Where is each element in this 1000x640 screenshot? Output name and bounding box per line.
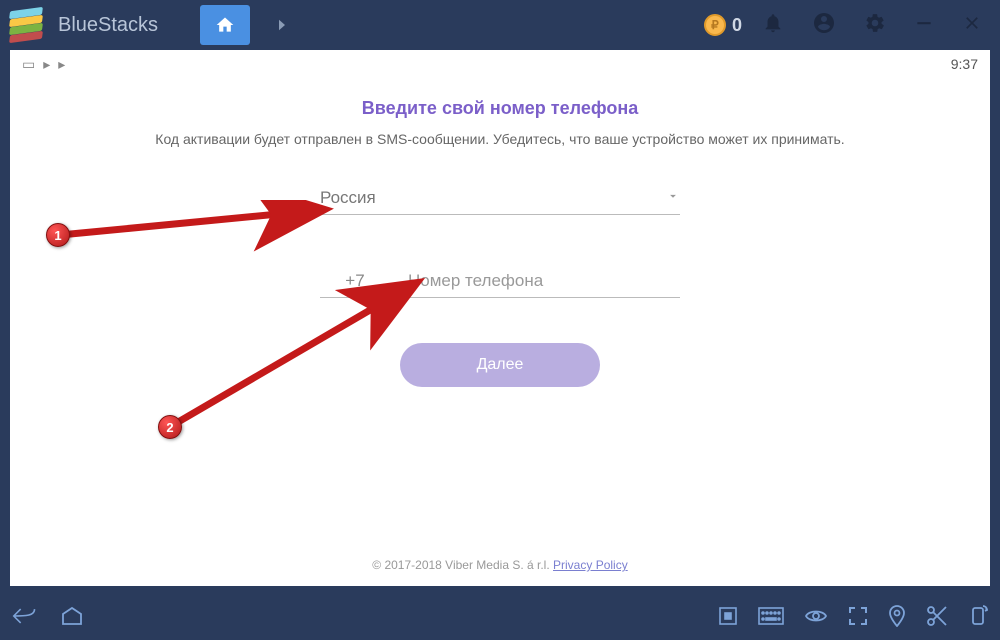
status-left-icons: ▭ ▸ ▸ (22, 56, 65, 73)
page-title: Введите свой номер телефона (362, 98, 638, 119)
home-button[interactable] (60, 606, 84, 631)
app-logo-icon (10, 7, 46, 43)
next-button[interactable]: Далее (400, 343, 600, 387)
coin-count: 0 (732, 15, 742, 36)
gear-icon (864, 12, 886, 34)
location-button[interactable] (888, 605, 906, 632)
keyboard-button[interactable] (758, 607, 784, 630)
chevron-down-icon (666, 189, 680, 208)
country-selector[interactable]: Россия (320, 182, 680, 215)
close-icon (962, 13, 982, 33)
visibility-button[interactable] (804, 607, 828, 630)
privacy-policy-link[interactable]: Privacy Policy (553, 558, 628, 572)
footer: © 2017-2018 Viber Media S. á r.l. Privac… (10, 544, 990, 586)
content-area: ▭ ▸ ▸ 9:37 Введите свой номер телефона К… (10, 50, 990, 586)
titlebar: BlueStacks ₽ 0 (0, 0, 1000, 50)
back-icon (12, 606, 38, 626)
play-icon-1: ▸ (43, 56, 50, 73)
cut-button[interactable] (926, 605, 948, 632)
minimize-button[interactable] (906, 13, 942, 38)
screenshot-icon (718, 606, 738, 626)
forward-button[interactable] (262, 5, 302, 45)
phone-number-input[interactable] (408, 265, 680, 298)
device-icon: ▭ (22, 56, 35, 73)
account-button[interactable] (804, 11, 844, 40)
coin-icon: ₽ (704, 14, 726, 36)
coin-counter[interactable]: ₽ 0 (704, 14, 742, 36)
app-window: BlueStacks ₽ 0 ▭ ▸ (0, 0, 1000, 640)
phone-input-row: +7 (320, 265, 680, 298)
chevron-right-icon (273, 16, 291, 34)
eye-icon (804, 607, 828, 625)
settings-button[interactable] (856, 12, 894, 39)
rotate-button[interactable] (968, 604, 988, 633)
minimize-icon (914, 13, 934, 33)
country-name: Россия (320, 188, 666, 208)
notifications-button[interactable] (754, 12, 792, 39)
user-circle-icon (812, 11, 836, 35)
android-nav-bar (0, 596, 1000, 640)
play-icon-2: ▸ (58, 56, 65, 73)
bell-icon (762, 12, 784, 34)
keyboard-icon (758, 607, 784, 625)
status-time: 9:37 (951, 56, 978, 72)
rotate-icon (968, 604, 988, 628)
home-icon (215, 15, 235, 35)
screenshot-button[interactable] (718, 606, 738, 631)
app-title: BlueStacks (58, 14, 158, 37)
dial-code[interactable]: +7 (320, 265, 390, 298)
android-status-bar: 9:37 (10, 50, 990, 78)
page-subtitle: Код активации будет отправлен в SMS-сооб… (115, 131, 884, 147)
back-button[interactable] (12, 606, 38, 631)
close-button[interactable] (954, 13, 990, 38)
home-tab[interactable] (200, 5, 250, 45)
fullscreen-button[interactable] (848, 606, 868, 631)
scissors-icon (926, 605, 948, 627)
copyright-text: © 2017-2018 Viber Media S. á r.l. (372, 558, 553, 572)
viber-setup-screen: Введите свой номер телефона Код активаци… (10, 78, 990, 544)
fullscreen-icon (848, 606, 868, 626)
home-nav-icon (60, 606, 84, 626)
pin-icon (888, 605, 906, 627)
